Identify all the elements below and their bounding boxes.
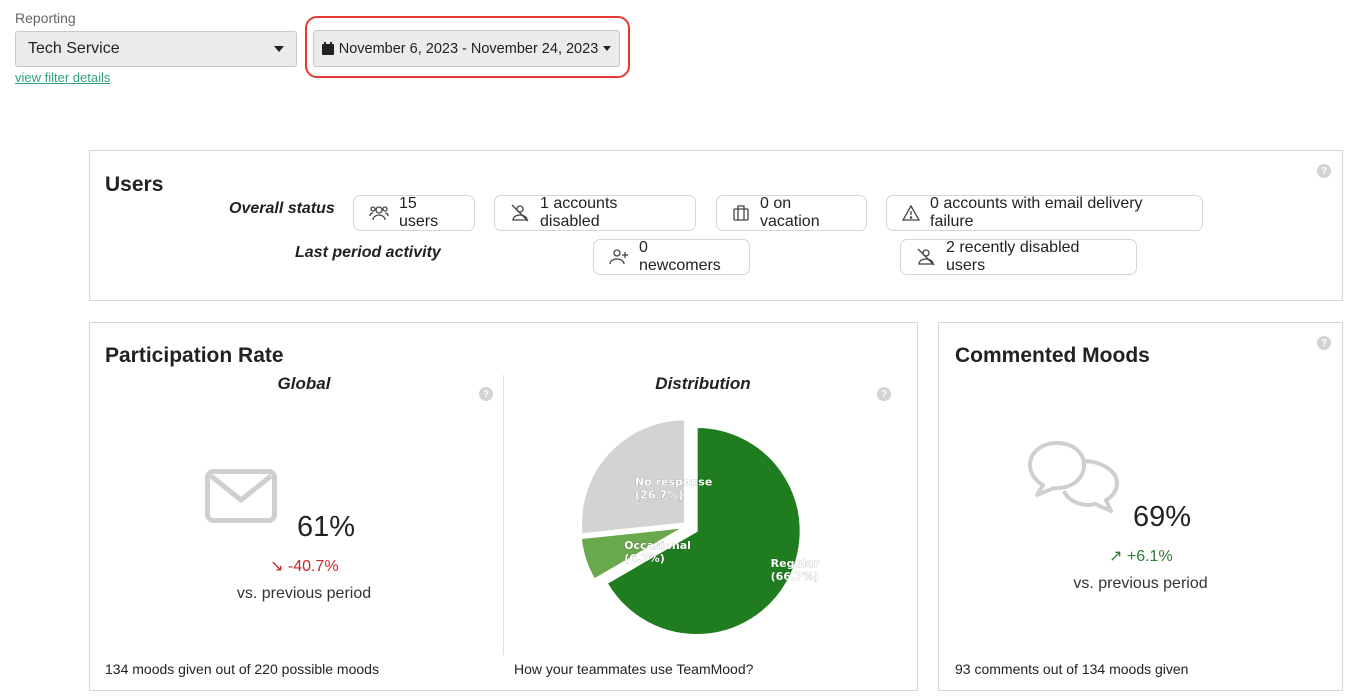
newcomers-badge[interactable]: 0 newcomers [593, 239, 750, 275]
email-failure-badge[interactable]: 0 accounts with email delivery failure [886, 195, 1203, 231]
distribution-footer: How your teammates use TeamMood? [514, 661, 754, 677]
team-select[interactable]: Tech Service [15, 31, 297, 67]
vs-previous-period: vs. previous period [236, 585, 372, 602]
chevron-down-icon [603, 46, 612, 51]
moods-footer: 93 comments out of 134 moods given [955, 661, 1189, 677]
pie-label: (6.7%) [624, 552, 665, 565]
global-subtitle: Global [277, 374, 331, 393]
newcomers-text: 0 newcomers [639, 239, 721, 274]
speech-bubbles-icon [1028, 441, 1119, 513]
help-icon[interactable]: ? [877, 387, 891, 401]
chevron-down-icon [274, 46, 284, 52]
accounts-disabled-badge[interactable]: 1 accounts disabled [494, 195, 696, 231]
users-card: Users ? Overall status Last period activ… [89, 150, 1343, 301]
users-title: Users [105, 173, 164, 196]
users-count-text: 15 users [399, 195, 439, 230]
on-vacation-badge[interactable]: 0 on vacation [716, 195, 867, 231]
email-failure-text: 0 accounts with email delivery failure [930, 195, 1143, 230]
users-group-icon [369, 206, 389, 221]
view-filter-details-link[interactable]: view filter details [15, 70, 110, 85]
recently-disabled-text: 2 recently disabled users [946, 239, 1080, 274]
overall-status-label: Overall status [229, 200, 335, 217]
reporting-label: Reporting [15, 10, 76, 26]
pie-label: Occasional [624, 539, 691, 552]
column-divider [503, 375, 504, 655]
commented-moods-rate: 69% [1133, 501, 1192, 533]
distribution-subtitle: Distribution [655, 374, 751, 393]
pie-label: No response [635, 475, 712, 488]
suitcase-icon [733, 205, 749, 221]
user-disabled-icon [917, 248, 935, 266]
pie-label: (26.7%) [635, 488, 683, 501]
commented-moods-title: Commented Moods [955, 344, 1150, 367]
users-count-badge[interactable]: 15 users [353, 195, 475, 231]
global-footer: 134 moods given out of 220 possible mood… [105, 661, 379, 677]
envelope-icon [205, 469, 277, 523]
moods-delta: ↗ +6.1% [1109, 546, 1173, 566]
date-range-label: November 6, 2023 - November 24, 2023 [338, 40, 599, 57]
participation-title: Participation Rate [105, 344, 284, 367]
recently-disabled-badge[interactable]: 2 recently disabled users [900, 239, 1137, 275]
participation-rate-value: 61% [297, 511, 356, 543]
participation-delta-value: -40.7% [287, 558, 339, 575]
team-select-value: Tech Service [28, 40, 120, 57]
help-icon[interactable]: ? [479, 387, 493, 401]
vs-previous-period: vs. previous period [1073, 575, 1208, 592]
help-icon[interactable]: ? [1317, 164, 1331, 178]
moods-delta-value: +6.1% [1126, 548, 1173, 565]
distribution-pie-chart: Regular(66.7%) Occasional(6.7%) No respons… [580, 418, 820, 636]
pie-label: Regular [771, 557, 820, 570]
participation-rate-card: Participation Rate Global ? 61% ↘ -40.7%… [89, 322, 918, 691]
calendar-icon [321, 42, 334, 55]
accounts-disabled-text: 1 accounts disabled [540, 195, 618, 230]
last-period-activity-label: Last period activity [295, 244, 441, 261]
user-add-icon [609, 249, 628, 265]
arrow-down-right-icon: ↘ [270, 558, 284, 575]
date-range-button[interactable]: November 6, 2023 - November 24, 2023 [313, 30, 620, 67]
participation-delta: ↘ -40.7% [270, 556, 339, 576]
arrow-up-right-icon: ↗ [1109, 548, 1123, 565]
user-disabled-icon [511, 204, 529, 222]
commented-moods-card: Commented Moods ? 69% ↗ +6.1% vs. previo… [938, 322, 1343, 691]
on-vacation-text: 0 on vacation [760, 195, 820, 230]
warning-icon [902, 205, 920, 221]
help-icon[interactable]: ? [1317, 336, 1331, 350]
pie-label: (66.7%) [771, 570, 819, 583]
